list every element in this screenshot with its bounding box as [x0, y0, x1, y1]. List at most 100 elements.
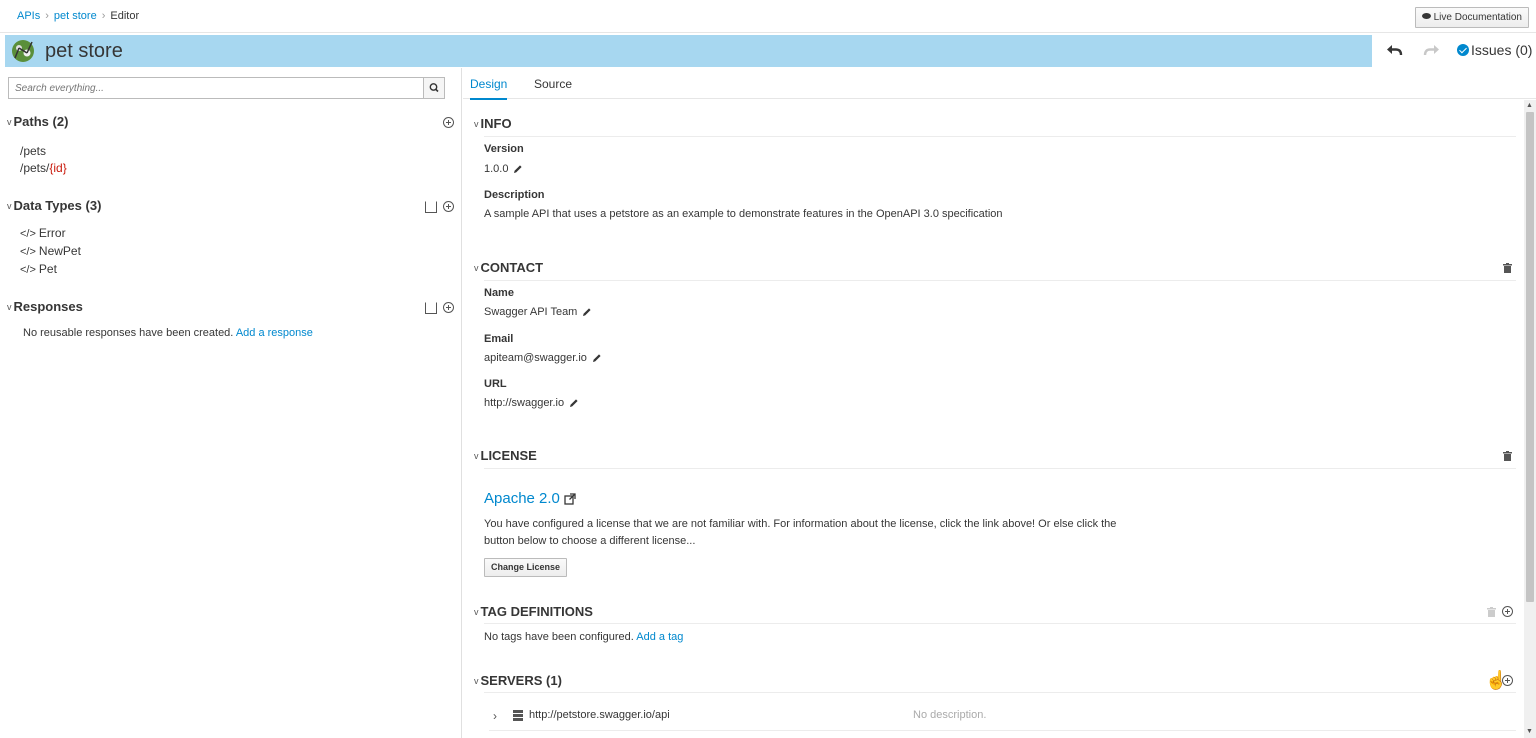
- search-box: [8, 77, 445, 99]
- responses-heading: Responses: [13, 299, 83, 314]
- path-label: /pets: [20, 144, 47, 158]
- issues-label: Issues (0): [1471, 42, 1533, 58]
- description-value[interactable]: A sample API that uses a petstore as an …: [484, 208, 1003, 220]
- data-type-label: Error: [38, 226, 66, 240]
- data-types-section-header[interactable]: v Data Types (3): [7, 198, 101, 213]
- contact-name-value[interactable]: Swagger API Team: [484, 306, 592, 318]
- live-documentation-label: Live Documentation: [1433, 12, 1522, 23]
- servers-section-header[interactable]: v SERVERS (1): [474, 673, 562, 688]
- code-icon: </>: [20, 228, 36, 240]
- scroll-up-icon[interactable]: ▲: [1526, 102, 1533, 109]
- chevron-down-icon: v: [474, 676, 479, 686]
- paths-section-header[interactable]: v Paths (2): [7, 114, 68, 129]
- page-title: pet store: [45, 40, 123, 62]
- pencil-icon[interactable]: [569, 398, 579, 408]
- chevron-down-icon: v: [474, 451, 479, 461]
- pencil-icon[interactable]: [513, 164, 523, 174]
- divider: [484, 136, 1516, 137]
- change-license-button[interactable]: Change License: [484, 558, 568, 577]
- breadcrumb-bar: APIs › pet store › Editor Live Documentation: [0, 0, 1536, 33]
- server-url: http://petstore.swagger.io/api: [529, 709, 670, 721]
- pointer-cursor-icon: ☝: [1485, 670, 1508, 690]
- design-content: v INFO Version 1.0.0 Description A sample…: [463, 100, 1523, 738]
- data-type-label: NewPet: [38, 244, 81, 258]
- pencil-icon[interactable]: [582, 307, 592, 317]
- code-icon: </>: [20, 264, 36, 276]
- contact-heading: CONTACT: [480, 260, 544, 275]
- eye-icon: [1421, 13, 1431, 20]
- sidebar: vPaths (2) /pets /pets/{id} vData Types …: [0, 68, 462, 738]
- pencil-icon[interactable]: [592, 353, 602, 363]
- tab-source[interactable]: Source: [534, 77, 572, 98]
- breadcrumb-pet-store-link[interactable]: pet store: [54, 10, 97, 22]
- chevron-down-icon: v: [474, 119, 479, 129]
- undo-icon[interactable]: [1384, 40, 1404, 60]
- add-data-type-icon[interactable]: [443, 201, 454, 212]
- search-button[interactable]: [423, 78, 444, 98]
- code-icon: </>: [20, 246, 36, 258]
- info-section-header[interactable]: v INFO: [474, 116, 512, 131]
- issues-indicator[interactable]: Issues (0): [1457, 42, 1532, 58]
- data-type-item[interactable]: </> Error: [20, 226, 66, 240]
- scroll-down-icon[interactable]: ▼: [1526, 728, 1533, 735]
- data-type-item[interactable]: </> NewPet: [20, 244, 81, 258]
- responses-section-header[interactable]: v Responses: [7, 299, 83, 314]
- divider: [484, 692, 1516, 693]
- breadcrumb-apis-link[interactable]: APIs: [17, 10, 40, 22]
- add-tag-link[interactable]: Add a tag: [636, 631, 683, 643]
- tags-empty-text: No tags have been configured.: [484, 631, 634, 643]
- license-name: Apache 2.0: [484, 490, 560, 507]
- tab-design[interactable]: Design: [470, 77, 508, 100]
- breadcrumb-separator: ›: [101, 10, 106, 22]
- contact-url-text: http://swagger.io: [484, 397, 565, 409]
- tags-heading: TAG DEFINITIONS: [480, 604, 593, 619]
- license-heading: LICENSE: [480, 448, 537, 463]
- contact-url-label: URL: [484, 378, 507, 390]
- version-value[interactable]: 1.0.0: [484, 163, 523, 175]
- path-label: /pets/: [20, 161, 50, 175]
- description-label: Description: [484, 189, 545, 201]
- contact-name-label: Name: [484, 287, 514, 299]
- search-icon: [429, 83, 439, 93]
- import-icon[interactable]: [425, 302, 437, 314]
- contact-url-value[interactable]: http://swagger.io: [484, 397, 579, 409]
- contact-section-header[interactable]: v CONTACT: [474, 260, 543, 275]
- servers-heading: SERVERS (1): [480, 673, 562, 688]
- apicurio-logo-icon: [12, 40, 34, 62]
- path-item[interactable]: /pets: [20, 144, 46, 158]
- live-documentation-button[interactable]: Live Documentation: [1414, 7, 1529, 28]
- breadcrumb-separator: ›: [45, 10, 49, 22]
- responses-empty-note: No reusable responses have been created.…: [23, 327, 313, 339]
- server-row[interactable]: › http://petstore.swagger.io/api No desc…: [489, 705, 1516, 731]
- chevron-down-icon: v: [474, 263, 479, 273]
- path-param: {id}: [49, 161, 67, 175]
- responses-empty-text: No reusable responses have been created.: [23, 327, 234, 339]
- license-link[interactable]: Apache 2.0: [484, 490, 576, 507]
- divider: [484, 623, 1516, 624]
- divider: [484, 280, 1516, 281]
- data-type-item[interactable]: </> Pet: [20, 262, 57, 276]
- license-section-header[interactable]: v LICENSE: [474, 448, 537, 463]
- redo-icon[interactable]: [1422, 40, 1442, 60]
- tags-empty-note: No tags have been configured. Add a tag: [484, 631, 683, 643]
- import-icon[interactable]: [425, 201, 437, 213]
- add-response-link[interactable]: Add a response: [236, 327, 313, 339]
- add-tag-icon[interactable]: [1502, 606, 1513, 617]
- add-path-icon[interactable]: [443, 117, 454, 128]
- chevron-down-icon: v: [7, 302, 12, 312]
- contact-email-value[interactable]: apiteam@swagger.io: [484, 352, 602, 364]
- scrollbar-thumb[interactable]: [1526, 112, 1534, 602]
- trash-icon[interactable]: [1503, 263, 1512, 273]
- contact-email-label: Email: [484, 333, 514, 345]
- version-label: Version: [484, 143, 524, 155]
- path-item[interactable]: /pets/{id}: [20, 161, 67, 175]
- add-response-icon[interactable]: [443, 302, 454, 313]
- trash-icon[interactable]: [1503, 451, 1512, 461]
- chevron-right-icon[interactable]: ›: [493, 709, 497, 723]
- check-circle-icon: [1457, 44, 1469, 57]
- info-heading: INFO: [480, 116, 512, 131]
- license-description: You have configured a license that we ar…: [484, 518, 1117, 547]
- contact-email-text: apiteam@swagger.io: [484, 352, 587, 364]
- tags-section-header[interactable]: v TAG DEFINITIONS: [474, 604, 593, 619]
- search-input[interactable]: [9, 78, 424, 98]
